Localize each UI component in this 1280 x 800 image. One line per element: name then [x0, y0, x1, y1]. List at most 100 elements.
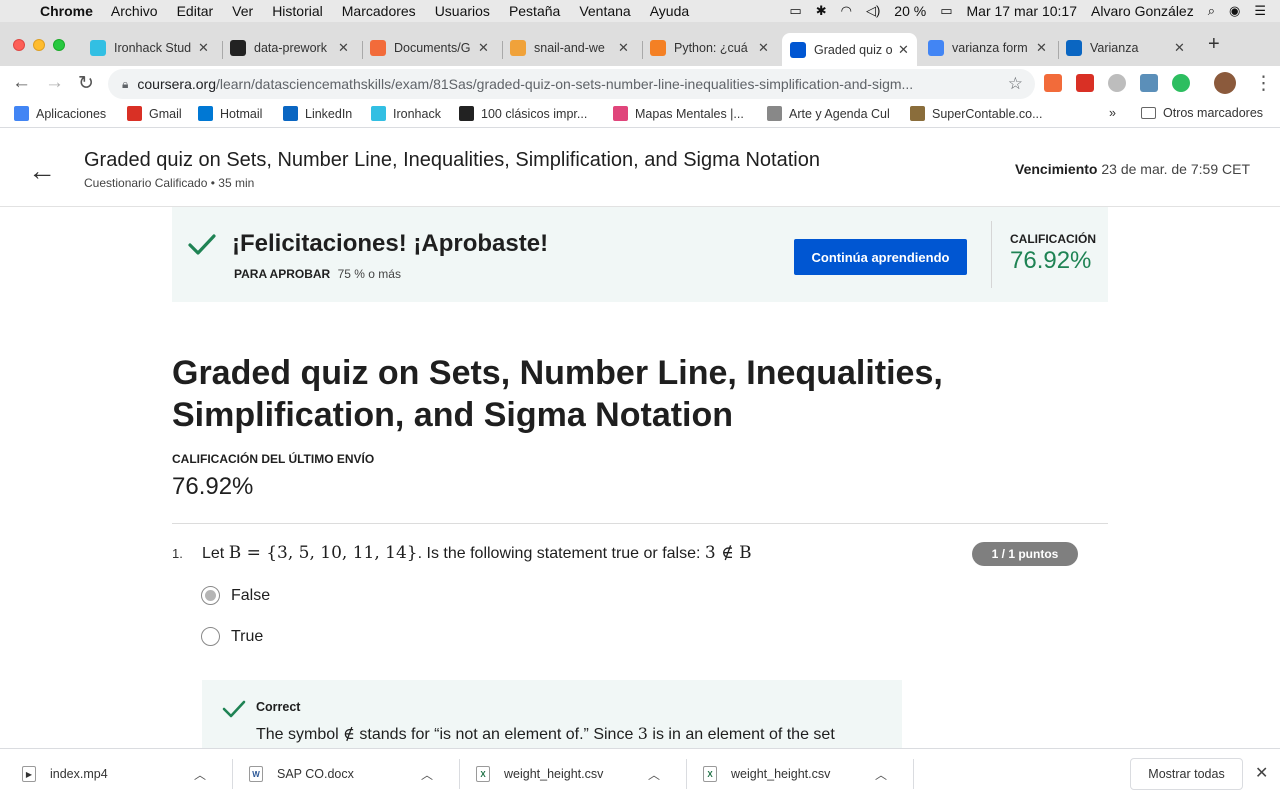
chevron-up-icon[interactable]: ︿ [421, 766, 433, 783]
back-arrow-icon[interactable]: ← [12, 72, 31, 94]
supercontable-icon [910, 106, 925, 121]
tab-favicon-icon [510, 40, 526, 56]
bookmark-1[interactable]: Gmail [127, 106, 182, 121]
volume-icon[interactable]: ◁) [866, 3, 880, 19]
tab-close-icon[interactable]: ✕ [478, 40, 489, 56]
tab-close-icon[interactable]: ✕ [898, 42, 909, 58]
extension-calendar-icon[interactable] [1076, 74, 1094, 92]
menu-marcadores[interactable]: Marcadores [342, 3, 416, 19]
page-title: Graded quiz on Sets, Number Line, Inequa… [172, 354, 943, 434]
menu-editar[interactable]: Editar [177, 3, 214, 19]
download-item[interactable]: Xweight_height.csv ︿ [476, 749, 660, 799]
bookmark-5[interactable]: 100 clásicos impr... [459, 106, 587, 121]
menu-ver[interactable]: Ver [232, 3, 253, 19]
tab-close-icon[interactable]: ✕ [1174, 40, 1185, 56]
menu-app-name[interactable]: Chrome [40, 3, 93, 19]
tab-6[interactable]: varianza form ✕ [928, 33, 1047, 63]
download-item[interactable]: Xweight_height.csv ︿ [703, 749, 887, 799]
tab-favicon-icon [230, 40, 246, 56]
menu-ayuda[interactable]: Ayuda [650, 3, 689, 19]
show-all-downloads-button[interactable]: Mostrar todas [1130, 758, 1243, 790]
chevron-up-icon[interactable]: ︿ [875, 766, 887, 783]
tab-close-icon[interactable]: ✕ [338, 40, 349, 56]
menu-historial[interactable]: Historial [272, 3, 323, 19]
extension-skype-icon[interactable] [1108, 74, 1126, 92]
extension-evernote-icon[interactable] [1172, 74, 1190, 92]
user-name[interactable]: Alvaro González [1091, 3, 1194, 19]
radio-false[interactable] [201, 586, 220, 605]
tab-4[interactable]: Python: ¿cuá ✕ [650, 33, 769, 63]
bookmark-label: Aplicaciones [36, 106, 107, 121]
bookmarks-overflow-chevron[interactable]: » [1109, 106, 1116, 120]
address-url[interactable]: coursera.org/learn/datasciencemathskills… [137, 76, 997, 92]
tab-7[interactable]: Varianza ✕ [1066, 33, 1185, 63]
window-minimize-button[interactable] [33, 39, 45, 51]
tab-separator [642, 41, 643, 59]
menu-usuarios[interactable]: Usuarios [435, 3, 490, 19]
menu-ventana[interactable]: Ventana [579, 3, 630, 19]
tab-favicon-icon [928, 40, 944, 56]
chevron-up-icon[interactable]: ︿ [194, 766, 206, 783]
download-item[interactable]: ▶ index.mp4 ︿ [22, 749, 206, 799]
window-zoom-button[interactable] [53, 39, 65, 51]
download-item[interactable]: W SAP CO.docx ︿ [249, 749, 433, 799]
close-downloads-icon[interactable]: ✕ [1255, 763, 1268, 783]
bookmark-6[interactable]: Mapas Mentales |... [613, 106, 744, 121]
tab-label: Varianza [1090, 41, 1139, 55]
bookmark-4[interactable]: Ironhack [371, 106, 441, 121]
last-submission-value: 76.92% [172, 473, 254, 500]
bookmark-star-icon[interactable]: ☆ [1008, 74, 1023, 94]
back-icon[interactable]: ← [28, 155, 56, 187]
bookmark-0[interactable]: Aplicaciones [14, 106, 106, 121]
bookmark-label: Mapas Mentales |... [635, 106, 744, 121]
bookmark-7[interactable]: Arte y Agenda Cul [767, 106, 890, 121]
wifi-icon[interactable]: ◠ [841, 3, 852, 19]
chrome-menu-icon[interactable]: ⋮ [1254, 72, 1273, 95]
new-tab-button[interactable]: + [1208, 33, 1220, 56]
extension-image-icon[interactable] [1140, 74, 1158, 92]
tab-2[interactable]: Documents/G ✕ [370, 33, 489, 63]
battery-icon[interactable]: ▭ [940, 3, 952, 19]
tab-close-icon[interactable]: ✕ [1036, 40, 1047, 56]
option-true[interactable]: True [201, 627, 263, 646]
tab-0[interactable]: Ironhack Stud ✕ [90, 33, 209, 63]
reload-icon[interactable]: ↻ [78, 72, 94, 95]
profile-avatar[interactable] [1214, 72, 1236, 94]
menu-archivo[interactable]: Archivo [111, 3, 158, 19]
tab-close-icon[interactable]: ✕ [758, 40, 769, 56]
address-bar[interactable]: 🔒︎ coursera.org/learn/datasciencemathski… [108, 69, 1035, 99]
due-label: Vencimiento [1015, 161, 1098, 177]
bookmark-2[interactable]: Hotmail [198, 106, 262, 121]
tab-label: varianza form [952, 41, 1028, 55]
bookmark-8[interactable]: SuperContable.co... [910, 106, 1043, 121]
lock-icon[interactable]: 🔒︎ [122, 77, 128, 92]
forward-arrow-icon[interactable]: → [45, 72, 64, 94]
siri-icon[interactable]: ◉ [1229, 3, 1240, 19]
bookmark-label: Arte y Agenda Cul [789, 106, 890, 121]
tab-5[interactable]: Graded quiz o ✕ [782, 33, 917, 66]
clock[interactable]: Mar 17 mar 10:17 [967, 3, 1078, 19]
notification-center-icon[interactable]: ☰ [1254, 3, 1266, 19]
radio-true[interactable] [201, 627, 220, 646]
bookmark-3[interactable]: LinkedIn [283, 106, 352, 121]
airplay-icon[interactable]: ▭ [789, 3, 801, 19]
extension-chart-icon[interactable] [1044, 74, 1062, 92]
option-false[interactable]: False [201, 586, 270, 605]
folder-icon [1141, 107, 1156, 119]
pass-value: 75 % o más [337, 267, 401, 281]
spotlight-search-icon[interactable]: ⌕ [1208, 3, 1215, 19]
download-separator [686, 759, 687, 789]
bookmarks-bar: Aplicaciones Gmail Hotmail LinkedIn Ironhack… [0, 102, 1280, 128]
url-path: /learn/datasciencemathskills/exam/81Sas/… [215, 76, 914, 92]
menu-pestana[interactable]: Pestaña [509, 3, 560, 19]
tab-close-icon[interactable]: ✕ [618, 40, 629, 56]
tab-1[interactable]: data-prework ✕ [230, 33, 349, 63]
bluetooth-icon[interactable]: ✱ [816, 3, 827, 19]
tab-3[interactable]: snail-and-we ✕ [510, 33, 629, 63]
pass-requirement: PARA APROBAR 75 % o más [234, 267, 401, 281]
bookmark-other[interactable]: Otros marcadores [1141, 106, 1263, 120]
tab-close-icon[interactable]: ✕ [198, 40, 209, 56]
window-close-button[interactable] [13, 39, 25, 51]
continue-learning-button[interactable]: Continúa aprendiendo [794, 239, 967, 275]
chevron-up-icon[interactable]: ︿ [648, 766, 660, 783]
